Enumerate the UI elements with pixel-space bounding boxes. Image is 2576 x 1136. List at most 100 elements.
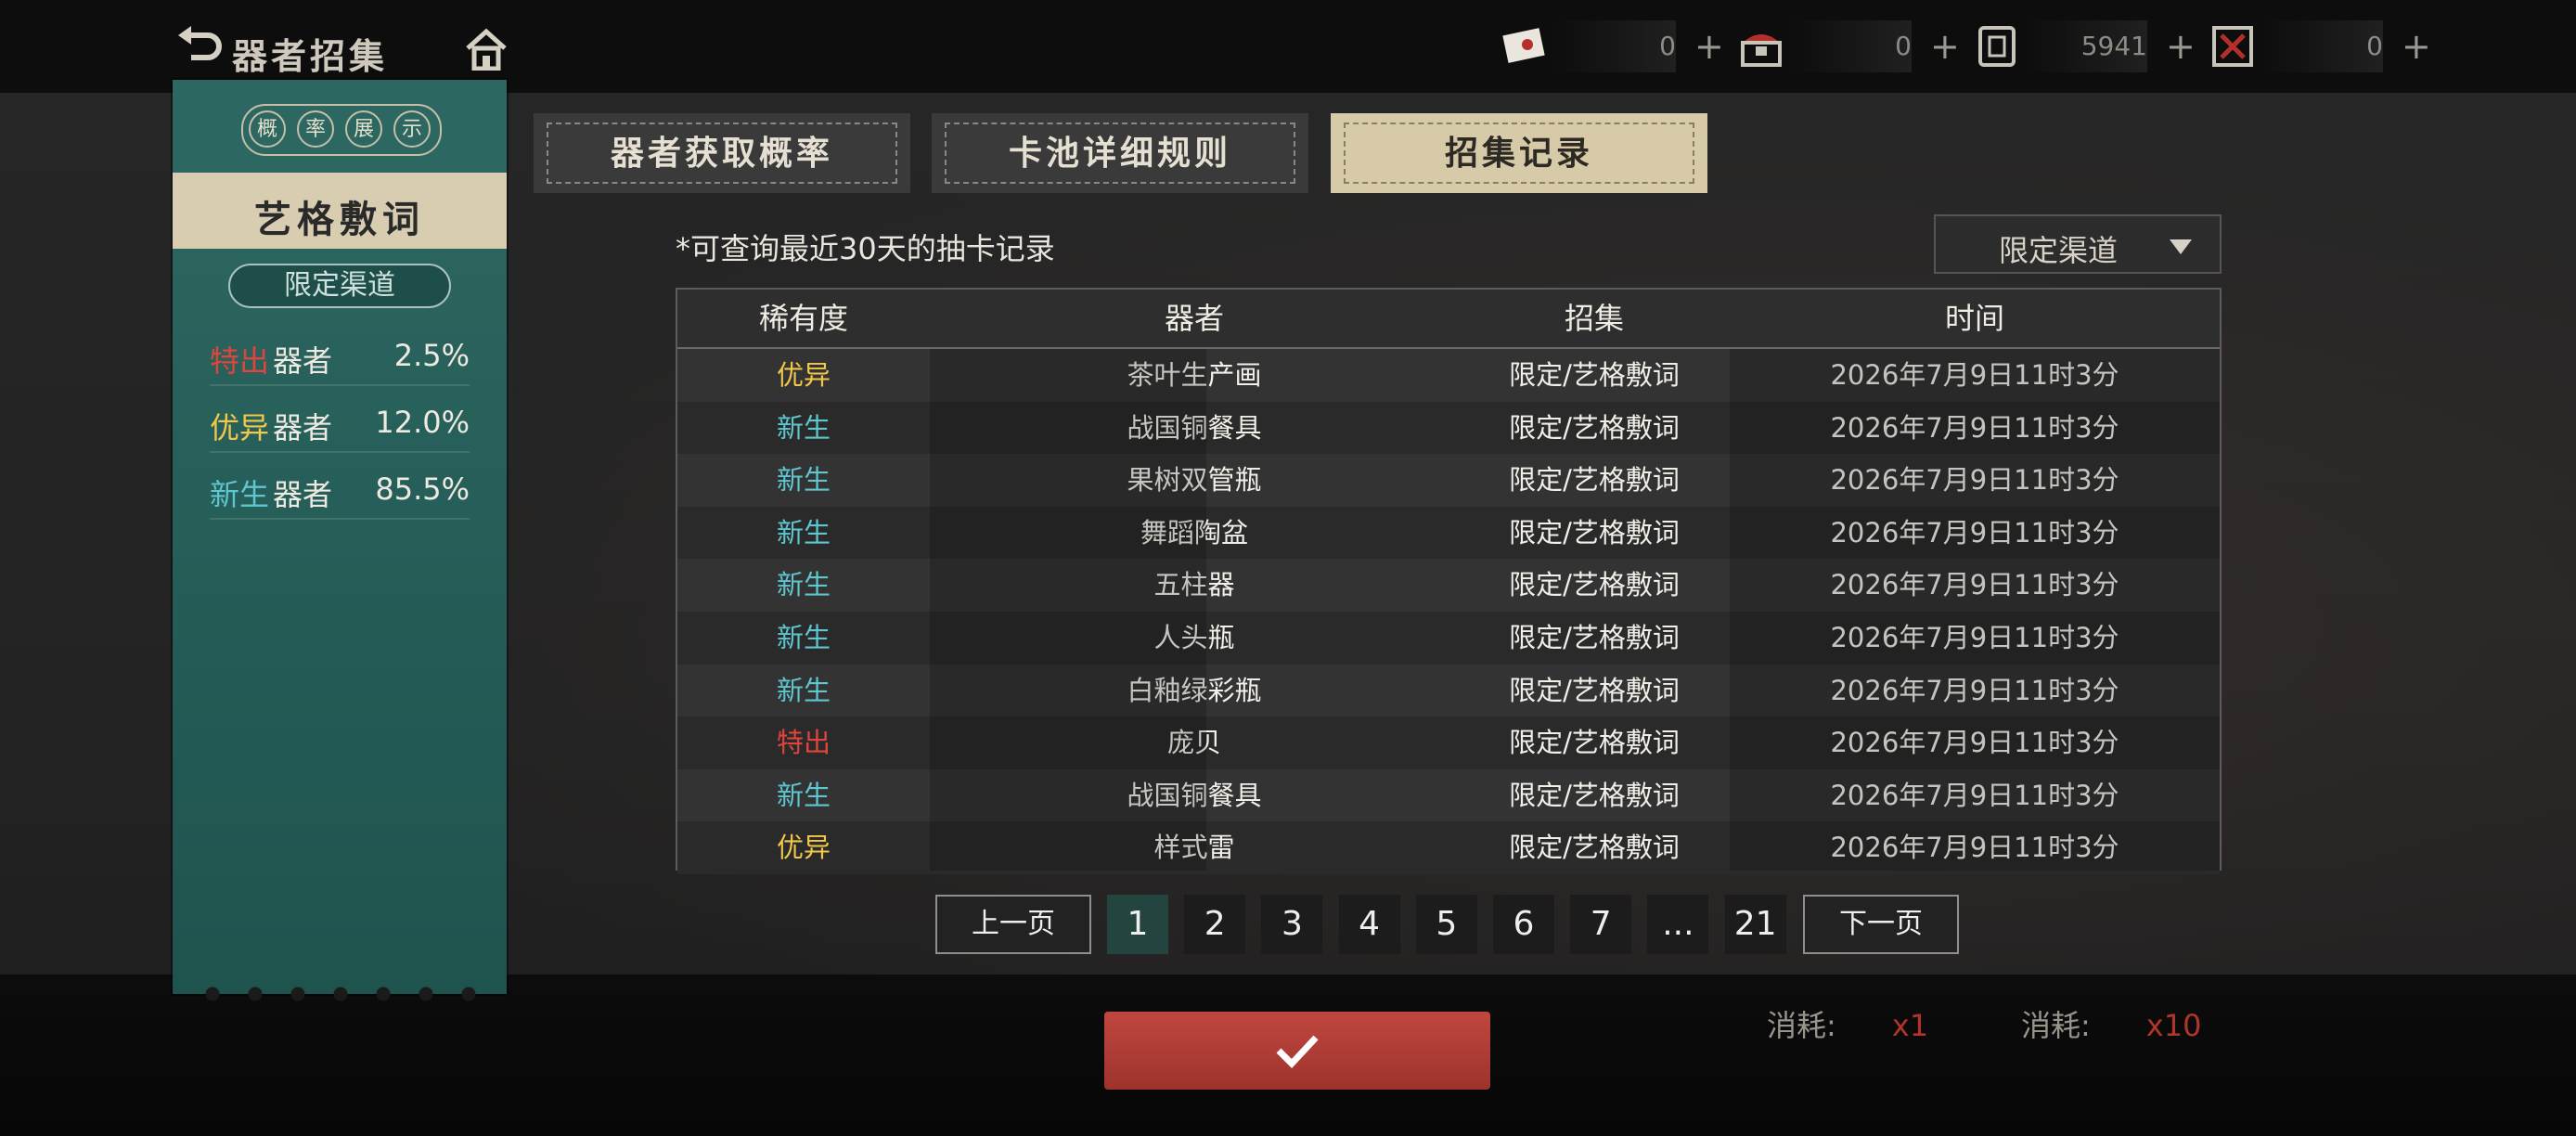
table-row: 新生 果树双管瓶 限定/艺格敷词 2026年7月9日11时3分 <box>677 454 2220 507</box>
table-row: 新生 舞蹈陶盆 限定/艺格敷词 2026年7月9日11时3分 <box>677 506 2220 560</box>
add-button[interactable]: + <box>1694 28 1724 65</box>
table-row: 优异 茶叶生产画 限定/艺格敷词 2026年7月9日11时3分 <box>677 349 2220 402</box>
add-button[interactable]: + <box>2166 28 2196 65</box>
column-header: 时间 <box>1944 301 2004 336</box>
table-body: 优异 茶叶生产画 限定/艺格敷词 2026年7月9日11时3分 新生 战国铜餐具 限定/艺格… <box>677 349 2220 874</box>
rarity-cell: 优异 <box>776 359 831 391</box>
table-row: 新生 白釉绿彩瓶 限定/艺格敷词 2026年7月9日11时3分 <box>677 664 2220 717</box>
item-cell: 庞贝 <box>1166 727 1221 759</box>
table-row: 新生 战国铜餐具 限定/艺格敷词 2026年7月9日11时3分 <box>677 768 2220 822</box>
page-number[interactable]: 5 <box>1415 895 1477 954</box>
rarity-cell: 优异 <box>776 832 831 864</box>
rate-percent: 2.5% <box>393 338 470 373</box>
gem-envelope-icon <box>2207 24 2259 69</box>
time-cell: 2026年7月9日11时3分 <box>1830 727 2119 759</box>
page-number[interactable]: 21 <box>1724 895 1786 954</box>
resource-chest: 0 + <box>1735 20 1960 72</box>
pool-cell: 限定/艺格敷词 <box>1509 411 1680 444</box>
rarity-cell: 新生 <box>776 569 831 601</box>
coin-icon <box>1971 24 2023 69</box>
confirm-button[interactable] <box>1104 1012 1490 1090</box>
add-button[interactable]: + <box>1930 28 1960 65</box>
time-cell: 2026年7月9日11时3分 <box>1830 516 2119 549</box>
page-ellipsis: ... <box>1647 895 1709 954</box>
add-button[interactable]: + <box>2402 28 2431 65</box>
rate-label: 器者 <box>273 477 333 512</box>
item-cell: 五柱器 <box>1153 569 1235 601</box>
pool-cell: 限定/艺格敷词 <box>1509 779 1680 811</box>
rarity-tag: 新生 <box>210 477 270 512</box>
page-number[interactable]: 4 <box>1338 895 1400 954</box>
tab-records[interactable]: 招集记录 <box>1331 113 1707 193</box>
page-number[interactable]: 7 <box>1570 895 1632 954</box>
rarity-tag: 优异 <box>210 410 270 445</box>
dropdown-value: 限定渠道 <box>1999 233 2119 268</box>
tab-probability[interactable]: 器者获取概率 <box>534 113 910 193</box>
rate-percent: 85.5% <box>375 471 470 507</box>
home-icon[interactable] <box>464 28 509 71</box>
item-cell: 战国铜餐具 <box>1127 411 1262 444</box>
time-cell: 2026年7月9日11时3分 <box>1830 464 2119 497</box>
cost-amount: x1 <box>1891 1008 1929 1043</box>
chest-icon <box>1735 24 1787 69</box>
table-row: 特出 庞贝 限定/艺格敷词 2026年7月9日11时3分 <box>677 716 2220 769</box>
rarity-cell: 特出 <box>776 727 831 759</box>
pool-name: 艺格敷词 <box>254 198 425 241</box>
table-row: 新生 人头瓶 限定/艺格敷词 2026年7月9日11时3分 <box>677 611 2220 665</box>
tab-rules[interactable]: 卡池详细规则 <box>932 113 1308 193</box>
item-cell: 白釉绿彩瓶 <box>1127 674 1262 706</box>
column-header: 器者 <box>1164 301 1224 336</box>
item-cell: 果树双管瓶 <box>1127 464 1262 497</box>
next-page-button[interactable]: 下一页 <box>1803 895 1959 954</box>
pool-cell: 限定/艺格敷词 <box>1509 674 1680 706</box>
perforation-edge <box>191 987 488 1001</box>
item-cell: 人头瓶 <box>1153 621 1235 653</box>
rarity-tag: 特出 <box>210 343 270 379</box>
column-header: 稀有度 <box>758 301 848 336</box>
pool-cell: 限定/艺格敷词 <box>1509 359 1680 391</box>
resource-ticket: 0 + <box>1500 20 1724 72</box>
time-cell: 2026年7月9日11时3分 <box>1830 411 2119 444</box>
channel-dropdown[interactable]: 限定渠道 <box>1934 214 2222 274</box>
time-cell: 2026年7月9日11时3分 <box>1830 779 2119 811</box>
time-cell: 2026年7月9日11时3分 <box>1830 832 2119 864</box>
page-number[interactable]: 6 <box>1493 895 1554 954</box>
cost-label: 消耗: <box>2021 1008 2091 1043</box>
column-header: 招集 <box>1564 301 1624 336</box>
rate-row: 特出 器者 2.5% <box>210 330 470 386</box>
item-cell: 样式雷 <box>1153 832 1235 864</box>
page-title: 器者招集 <box>232 35 389 77</box>
rate-label: 器者 <box>273 343 333 379</box>
rate-row: 优异 器者 12.0% <box>210 397 470 453</box>
cost-amount: x10 <box>2145 1008 2202 1043</box>
resource-value: 0 <box>2262 20 2383 72</box>
rarity-cell: 新生 <box>776 621 831 653</box>
record-note: *可查询最近30天的抽卡记录 <box>676 231 1055 266</box>
rate-percent: 12.0% <box>375 405 470 440</box>
pool-cell: 限定/艺格敷词 <box>1509 832 1680 864</box>
badge-char: 概 <box>249 110 286 148</box>
chevron-down-icon <box>2170 239 2192 254</box>
check-icon <box>1276 1035 1319 1069</box>
page-number[interactable]: 3 <box>1261 895 1323 954</box>
table-row: 优异 样式雷 限定/艺格敷词 2026年7月9日11时3分 <box>677 821 2220 874</box>
time-cell: 2026年7月9日11时3分 <box>1830 674 2119 706</box>
badge-char: 率 <box>297 110 334 148</box>
pool-cell: 限定/艺格敷词 <box>1509 621 1680 653</box>
rate-row: 新生 器者 85.5% <box>210 464 470 520</box>
resource-value: 0 <box>1791 20 1912 72</box>
cost-single: 消耗: x1 <box>1767 1002 1928 1045</box>
top-bar: 器者招集 0 + 0 + 5941 + 0 + <box>0 0 2576 93</box>
panel-header: 概 率 展 示 <box>173 80 507 173</box>
page-number[interactable]: 1 <box>1107 895 1168 954</box>
time-cell: 2026年7月9日11时3分 <box>1830 359 2119 391</box>
time-cell: 2026年7月9日11时3分 <box>1830 569 2119 601</box>
page-number[interactable]: 2 <box>1184 895 1246 954</box>
rarity-cell: 新生 <box>776 674 831 706</box>
resource-value: 5941 <box>2027 20 2147 72</box>
prev-page-button[interactable]: 上一页 <box>935 895 1091 954</box>
table-row: 新生 战国铜餐具 限定/艺格敷词 2026年7月9日11时3分 <box>677 401 2220 455</box>
back-icon[interactable] <box>176 26 225 67</box>
cost-ten: 消耗: x10 <box>2021 1002 2201 1045</box>
cost-label: 消耗: <box>1767 1008 1836 1043</box>
